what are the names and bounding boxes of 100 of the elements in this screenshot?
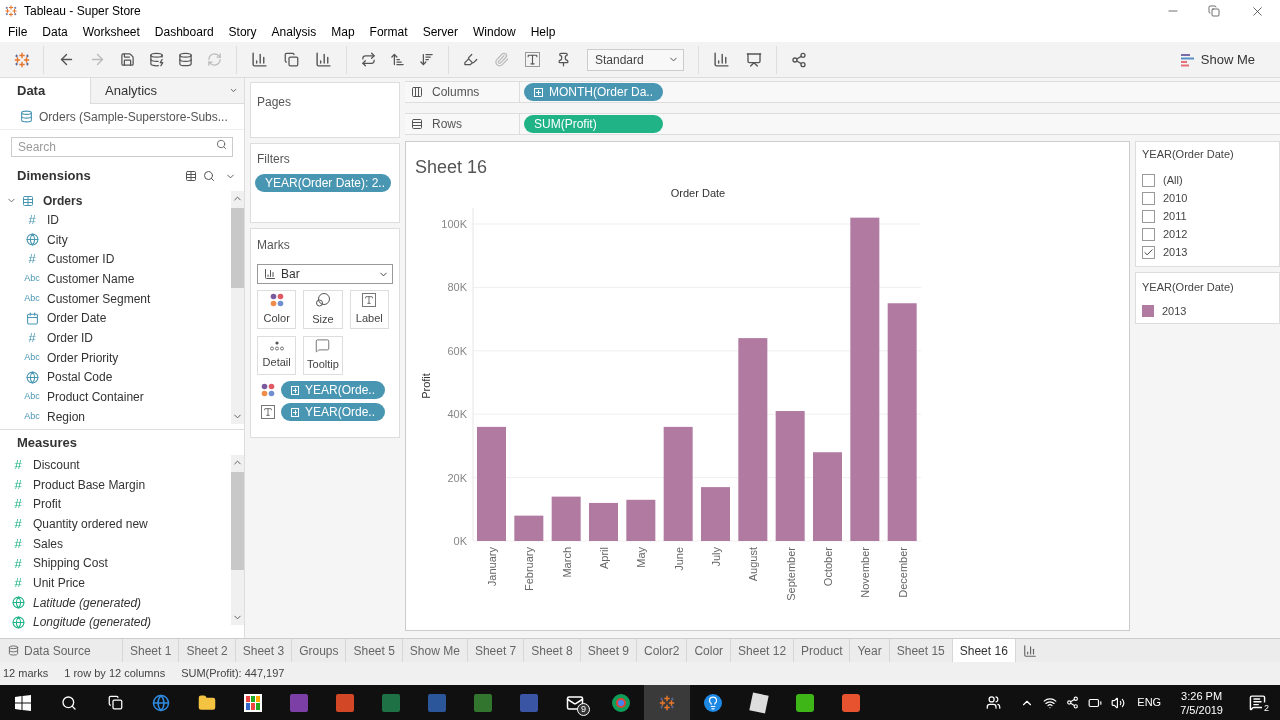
sheet-tab[interactable]: Sheet 16 [952, 639, 1016, 662]
field-item[interactable]: Quantity ordered new [33, 514, 148, 533]
checkbox-label[interactable]: 2012 [1163, 226, 1188, 243]
menu-item[interactable]: Analysis [271, 23, 317, 41]
notification-icon [1248, 694, 1266, 711]
field-item[interactable]: Unit Price [33, 573, 85, 592]
restore-icon[interactable] [1208, 5, 1220, 17]
sort-descending-icon[interactable] [419, 52, 434, 67]
mark-property-button[interactable]: Tooltip [303, 336, 343, 375]
menu-item[interactable]: Worksheet [82, 23, 140, 41]
menu-item[interactable]: Server [422, 23, 458, 41]
pin-icon[interactable] [556, 52, 571, 67]
field-item[interactable]: Longitude (generated) [33, 613, 152, 632]
chart-header: Order Date [670, 187, 726, 199]
search-icon[interactable] [203, 170, 215, 182]
field-item[interactable]: Shipping Cost [33, 554, 108, 573]
field-item[interactable]: Product Base Margin [33, 475, 146, 494]
swap-icon[interactable] [361, 52, 376, 67]
bar [589, 502, 618, 541]
sheet-title: Sheet 16 [415, 156, 489, 179]
axis-category-label: July [710, 547, 722, 567]
checkbox-label[interactable]: 2011 [1163, 208, 1187, 225]
save-icon[interactable] [120, 52, 135, 67]
volume-icon[interactable] [1111, 695, 1126, 710]
menu-item[interactable]: Story [228, 23, 257, 41]
field-item[interactable]: City [47, 230, 68, 249]
field-item[interactable]: Customer Segment [47, 289, 151, 308]
field-item[interactable]: ID [47, 210, 59, 229]
mark-property-button[interactable]: Label [349, 290, 389, 329]
axis-category-label: April [598, 547, 610, 569]
back-icon[interactable] [58, 51, 75, 68]
field-type-label: # [14, 475, 22, 494]
search-field[interactable]: Search [11, 137, 233, 157]
field-type-label: Abc [24, 409, 40, 423]
field-item[interactable]: Postal Code [47, 368, 113, 387]
field-item[interactable]: Discount [33, 455, 80, 474]
highlighter-icon[interactable] [463, 52, 478, 67]
field-item[interactable]: Product Container [47, 388, 144, 407]
checkbox-label[interactable]: (All) [1163, 172, 1183, 189]
fit-dropdown[interactable]: Standard [587, 48, 684, 71]
field-type-label: # [14, 554, 22, 573]
mail-app[interactable]: 9 [552, 685, 598, 720]
paperclip-icon[interactable] [494, 52, 509, 67]
menu-item[interactable]: Format [369, 23, 408, 41]
table-name[interactable]: Orders [43, 191, 83, 210]
people-icon[interactable] [986, 695, 1002, 710]
checkbox[interactable] [1142, 174, 1155, 187]
axis-category-label: November [859, 547, 872, 598]
caret-icon [229, 86, 238, 95]
menu-item[interactable]: File [8, 23, 28, 41]
text-icon[interactable] [525, 52, 540, 67]
language-indicator[interactable]: ENG [1137, 694, 1162, 711]
pane-tab[interactable]: Analytics [90, 78, 244, 104]
field-item[interactable]: Region [47, 407, 86, 424]
mark-property-button[interactable]: Size [303, 290, 343, 329]
folder-icon [198, 693, 216, 712]
checkbox-label[interactable]: 2010 [1163, 190, 1188, 207]
status-text: SUM(Profit): 447,197 [181, 666, 285, 682]
axis-tick-label: 80K [447, 281, 467, 294]
menu-item[interactable]: Map [331, 23, 355, 41]
mark-property-button[interactable]: Detail [257, 336, 297, 375]
scrollbar[interactable] [231, 455, 244, 625]
field-item[interactable]: Profit [33, 495, 61, 514]
globe-icon [25, 233, 39, 247]
bar-stripes-icon [1180, 52, 1195, 67]
field-item[interactable]: Order ID [47, 328, 93, 347]
search-icon [61, 694, 77, 711]
menu-item[interactable]: Help [530, 23, 556, 41]
field-item[interactable]: Latitude (generated) [33, 593, 142, 612]
field-item[interactable]: Order Priority [47, 348, 119, 367]
field-item[interactable]: Order Date [47, 309, 107, 328]
mark-type-dropdown[interactable]: Bar [257, 264, 393, 284]
field-item[interactable]: Sales [33, 534, 64, 553]
menu-item[interactable]: Data [42, 23, 68, 41]
new-data-source-icon[interactable] [149, 52, 164, 67]
field-item[interactable]: Customer ID [47, 250, 115, 269]
lightbulb-icon [704, 693, 722, 712]
field-item[interactable]: Customer Name [47, 269, 135, 288]
presentation-icon[interactable] [746, 51, 762, 68]
field-type-label: # [14, 495, 22, 514]
checkbox[interactable] [1142, 228, 1155, 241]
checkbox[interactable] [1142, 210, 1155, 223]
database-icon[interactable] [178, 52, 193, 67]
shelf-label: Rows [432, 116, 462, 133]
sort-ascending-icon[interactable] [390, 52, 405, 67]
show-me-button[interactable]: Show Me [1180, 49, 1255, 70]
wifi-icon[interactable] [1043, 695, 1058, 710]
mark-property-button[interactable]: Color [257, 290, 297, 329]
scrollbar[interactable] [231, 191, 244, 424]
duplicate-icon[interactable] [284, 52, 299, 67]
clock[interactable]: 3:26 PM 7/5/2019 [1180, 688, 1223, 717]
share-icon[interactable] [791, 51, 807, 68]
data-source-name[interactable]: Orders (Sample-Superstore-Subs... [39, 107, 228, 126]
field-type-label: # [14, 456, 22, 475]
list-view-icon[interactable] [185, 170, 197, 182]
menu-item[interactable]: Dashboard [154, 23, 214, 41]
menu-item[interactable]: Window [472, 23, 516, 41]
checkbox[interactable] [1142, 246, 1155, 259]
checkbox-label[interactable]: 2013 [1163, 244, 1188, 261]
checkbox[interactable] [1142, 192, 1155, 205]
